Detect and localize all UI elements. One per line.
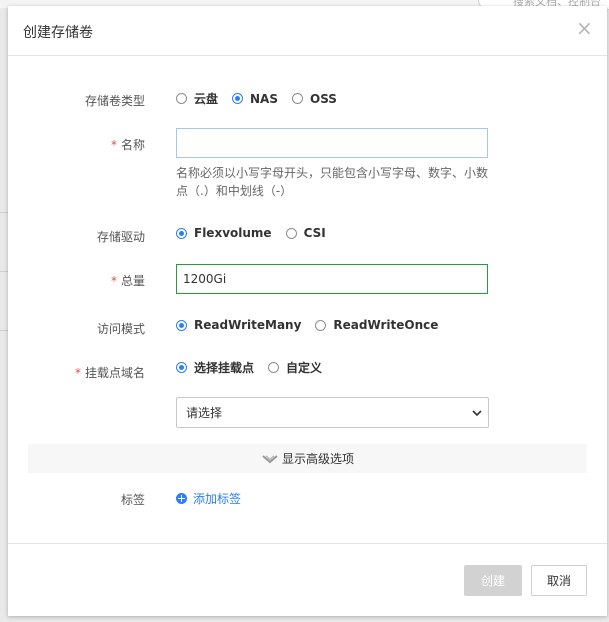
background-divider — [0, 212, 8, 213]
add-tag-link[interactable]: 添加标签 — [176, 490, 241, 507]
mount-domain-option-select[interactable]: 选择挂载点 — [176, 359, 254, 376]
plus-circle-icon — [176, 493, 187, 504]
radio-unchecked-icon — [268, 362, 280, 373]
dialog-title: 创建存储卷 — [23, 25, 93, 41]
volume-type-option-disk[interactable]: 云盘 — [176, 90, 218, 107]
cancel-button[interactable]: 取消 — [531, 565, 587, 596]
radio-checked-icon — [176, 319, 187, 331]
name-input[interactable] — [176, 128, 488, 158]
radio-checked-icon — [232, 93, 244, 104]
driver-label: 存储驱动 — [96, 230, 145, 244]
show-advanced-options-label: 显示高级选项 — [281, 452, 354, 466]
capacity-input[interactable] — [176, 264, 488, 294]
volume-type-option-oss[interactable]: OSS — [292, 92, 337, 106]
access-mode-label: 访问模式 — [96, 322, 145, 336]
mount-domain-radio-group: 选择挂载点 自定义 — [176, 359, 336, 376]
background-divider — [0, 271, 8, 272]
volume-type-radio-group: 云盘 NAS OSS — [176, 90, 351, 107]
dialog-footer: 创建 取消 — [8, 543, 607, 617]
radio-unchecked-icon — [176, 93, 187, 104]
access-mode-option-readwriteonce[interactable]: ReadWriteOnce — [315, 318, 438, 332]
show-advanced-options-toggle[interactable]: 显示高级选项 — [28, 444, 587, 473]
create-button[interactable]: 创建 — [464, 565, 522, 596]
dialog-header: 创建存储卷 × — [8, 6, 607, 56]
mount-point-select[interactable]: 请选择 — [176, 397, 489, 428]
radio-checked-icon — [176, 227, 187, 239]
capacity-label: * 总量 — [110, 274, 145, 288]
access-mode-radio-group: ReadWriteMany ReadWriteOnce — [176, 318, 452, 332]
driver-radio-group: Flexvolume CSI — [176, 226, 340, 240]
close-icon[interactable]: × — [576, 18, 593, 38]
name-help-text: 名称必须以小写字母开头，只能包含小写字母、数字、小数点（.）和中划线（-） — [176, 166, 489, 198]
create-volume-dialog: 创建存储卷 × 存储卷类型 云盘 NAS OSS * 名称 名称必须以小写字母开头… — [8, 6, 607, 616]
mount-point-select-value: 请选择 — [186, 406, 223, 420]
add-tag-label: 添加标签 — [193, 492, 242, 506]
double-chevron-down-icon — [262, 454, 278, 463]
access-mode-option-readwritemany[interactable]: ReadWriteMany — [176, 318, 301, 332]
radio-unchecked-icon — [315, 319, 327, 331]
driver-option-csi[interactable]: CSI — [285, 226, 326, 240]
volume-type-option-nas[interactable]: NAS — [232, 92, 278, 106]
driver-option-flexvolume[interactable]: Flexvolume — [176, 226, 272, 240]
mount-domain-option-custom[interactable]: 自定义 — [268, 359, 322, 376]
radio-unchecked-icon — [292, 93, 303, 104]
chevron-down-icon — [472, 410, 482, 417]
radio-unchecked-icon — [285, 227, 297, 239]
tags-label: 标签 — [120, 493, 145, 507]
mount-domain-label: * 挂载点域名 — [74, 366, 145, 380]
radio-checked-icon — [176, 362, 187, 373]
volume-type-label: 存储卷类型 — [84, 94, 145, 108]
background-divider — [0, 330, 8, 331]
name-label: * 名称 — [110, 138, 145, 152]
